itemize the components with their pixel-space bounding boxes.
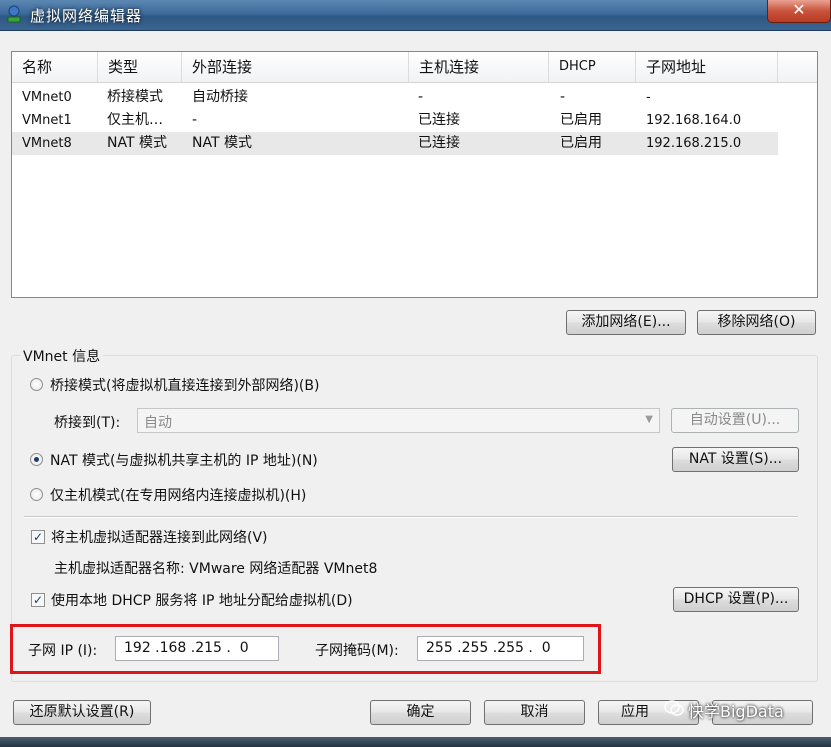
vmnet-info-label: VMnet 信息 [20, 346, 104, 366]
cell-subnet: - [646, 90, 651, 105]
taskbar-strip [0, 737, 831, 747]
use-dhcp-checkbox[interactable]: ✓ [31, 593, 45, 607]
title-bar: 虚拟网络编辑器 ✕ [0, 0, 831, 31]
cell-dhcp: 已启用 [560, 135, 602, 151]
window-title: 虚拟网络编辑器 [30, 7, 143, 25]
cell-type: 桥接模式 [107, 89, 163, 105]
network-editor-icon [7, 5, 21, 23]
nat-mode-radio[interactable] [30, 453, 43, 466]
list-header: 名称 类型 外部连接 主机连接 DHCP 子网地址 [12, 52, 817, 83]
add-network-button[interactable]: 添加网络(E)... [566, 310, 686, 335]
subnet-mask-input[interactable]: 255 .255 .255 . 0 [417, 636, 584, 661]
cell-external: - [192, 112, 198, 128]
column-header-host[interactable]: 主机连接 [409, 52, 549, 82]
bridged-to-label: 桥接到(T): [54, 415, 121, 431]
column-header-type[interactable]: 类型 [98, 52, 182, 82]
host-only-mode-label[interactable]: 仅主机模式(在专用网络内连接虚拟机)(H) [50, 485, 306, 505]
column-header-subnet[interactable]: 子网地址 [636, 52, 778, 82]
close-button[interactable]: ✕ [767, 0, 831, 23]
cell-dhcp: - [560, 89, 566, 105]
subnet-ip-input[interactable]: 192 .168 .215 . 0 [115, 636, 279, 661]
chevron-down-icon: ▼ [645, 414, 653, 425]
auto-settings-button: 自动设置(U)... [671, 408, 799, 433]
connect-adapter-checkbox[interactable]: ✓ [31, 530, 45, 544]
subnet-mask-label: 子网掩码(M): [315, 643, 399, 659]
column-header-name[interactable]: 名称 [12, 52, 98, 82]
cell-name: VMnet0 [22, 90, 72, 105]
column-header-dhcp[interactable]: DHCP [549, 52, 636, 82]
bridged-mode-radio[interactable] [30, 378, 43, 391]
host-only-mode-radio[interactable] [30, 488, 43, 501]
cell-host: 已连接 [418, 135, 460, 151]
cell-host: 已连接 [418, 112, 460, 128]
connect-adapter-label[interactable]: 将主机虚拟适配器连接到此网络(V) [51, 527, 268, 547]
cell-external: 自动桥接 [192, 89, 248, 105]
cancel-button[interactable]: 取消 [484, 700, 585, 725]
restore-defaults-button[interactable]: 还原默认设置(R) [13, 700, 151, 725]
cell-name: VMnet1 [22, 113, 72, 128]
remove-network-button[interactable]: 移除网络(O) [697, 310, 816, 335]
cell-external: NAT 模式 [192, 135, 252, 151]
wechat-icon [664, 700, 684, 716]
cell-dhcp: 已启用 [560, 112, 602, 128]
ok-button[interactable]: 确定 [370, 700, 471, 725]
bridged-to-select: 自动 ▼ [137, 408, 660, 433]
cell-subnet: 192.168.164.0 [646, 113, 742, 128]
cell-name: VMnet8 [22, 136, 72, 151]
use-dhcp-label[interactable]: 使用本地 DHCP 服务将 IP 地址分配给虚拟机(D) [51, 590, 353, 610]
cell-subnet: 192.168.215.0 [646, 136, 742, 151]
nat-settings-button[interactable]: NAT 设置(S)... [672, 447, 799, 472]
list-row-vmnet0[interactable]: VMnet0 桥接模式 自动桥接 - - - [12, 86, 778, 109]
separator [24, 516, 798, 518]
adapter-name-label: 主机虚拟适配器名称: VMware 网络适配器 VMnet8 [54, 561, 378, 577]
cell-host: - [418, 89, 424, 105]
nat-mode-label[interactable]: NAT 模式(与虚拟机共享主机的 IP 地址)(N) [50, 450, 318, 470]
bridged-to-value: 自动 [144, 415, 172, 431]
subnet-ip-label: 子网 IP (I): [28, 643, 98, 659]
cell-type: NAT 模式 [107, 135, 167, 151]
watermark-text: 快学BigData [688, 702, 784, 721]
list-row-vmnet8[interactable]: VMnet8 NAT 模式 NAT 模式 已连接 已启用 192.168.215… [12, 132, 778, 155]
list-row-vmnet1[interactable]: VMnet1 仅主机… - 已连接 已启用 192.168.164.0 [12, 109, 778, 132]
cell-type: 仅主机… [107, 112, 163, 128]
dhcp-settings-button[interactable]: DHCP 设置(P)... [673, 587, 799, 612]
network-list[interactable]: 名称 类型 外部连接 主机连接 DHCP 子网地址 VMnet0 桥接模式 自动… [11, 51, 818, 298]
column-header-external[interactable]: 外部连接 [182, 52, 409, 82]
bridged-mode-label[interactable]: 桥接模式(将虚拟机直接连接到外部网络)(B) [50, 375, 319, 395]
